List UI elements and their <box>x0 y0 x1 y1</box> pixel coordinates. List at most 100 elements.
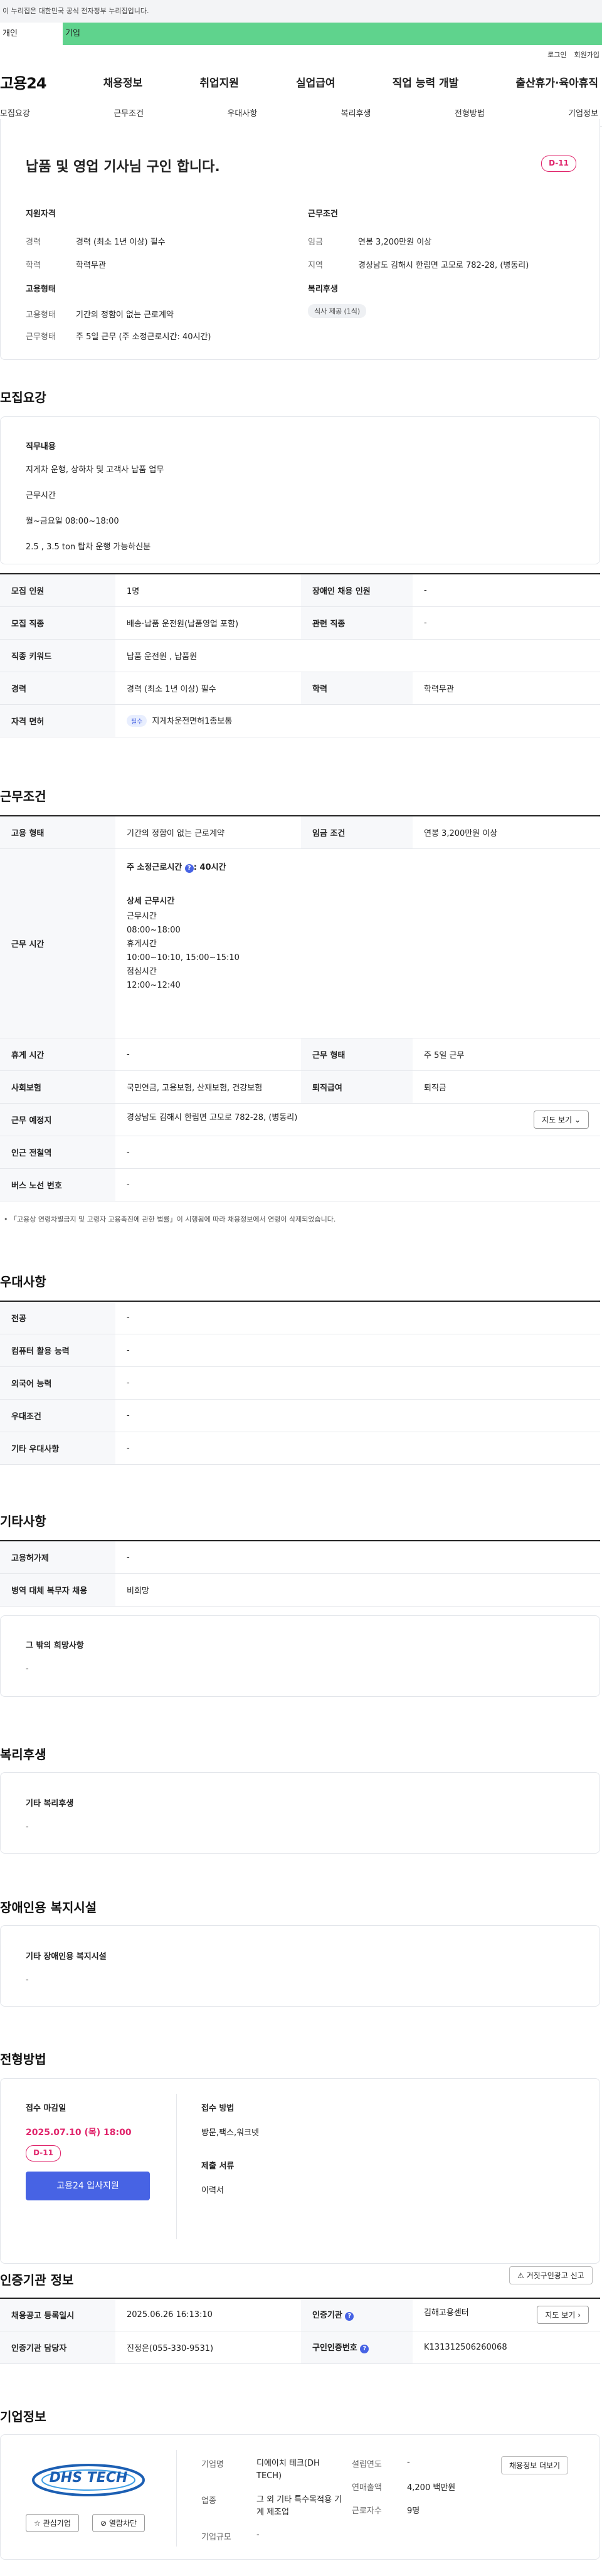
table-row: 고용 형태 기간의 정함이 없는 근로계약 임금 조건 연봉 3,200만원 이상 <box>0 816 600 849</box>
table-header-cell: 고용 형태 <box>0 816 115 849</box>
block-icon: ⊘ <box>100 2519 107 2528</box>
hours-main-label: 주 소정근로시간 <box>127 862 182 872</box>
table-header-cell: 채용공고 등록일시 <box>0 2298 115 2331</box>
job-title: 납품 및 영업 기사님 구인 합니다. <box>26 159 220 175</box>
table-row: 인근 전철역 - <box>0 1136 600 1169</box>
table-header-cell: 버스 노선 번호 <box>0 1168 115 1201</box>
block-label: 열람차단 <box>108 2519 137 2528</box>
table-header-cell: 인증기관 ? <box>301 2298 413 2331</box>
company-name-key: 기업명 <box>201 2460 224 2469</box>
table-header-cell: 고용허가제 <box>0 1541 115 1574</box>
gnb-parental-leave[interactable]: 출산휴가·육아휴직 <box>515 74 598 90</box>
map-view-button[interactable]: 지도 보기 ⌄ <box>534 1110 589 1129</box>
section-title-conditions: 근무조건 <box>0 789 46 804</box>
table-row: 직종 키워드 납품 운전원 , 납품원 <box>0 639 600 672</box>
table-cell: - <box>115 1541 600 1574</box>
anchor-welfare[interactable]: 복리후생 <box>341 107 371 119</box>
company-size-value: - <box>256 2530 260 2540</box>
block-view-button[interactable]: ⊘ 열람차단 <box>92 2514 145 2532</box>
table-cell: 경력 (최소 1년 이상) 필수 <box>115 672 301 705</box>
info-icon[interactable]: ? <box>345 2312 354 2321</box>
gnb-vocational-training[interactable]: 직업 능력 개발 <box>393 74 459 90</box>
table-cell: 비희망 <box>115 1573 600 1607</box>
gov-notice-bar: 이 누리집은 대한민국 공식 전자정부 누리집입니다. <box>0 0 602 23</box>
duty-line: 근무시간 <box>26 491 56 500</box>
table-row: 병역 대체 복무자 채용 비희망 <box>0 1573 600 1607</box>
deadline-block: 접수 마감일 2025.07.10 (목) 18:00 <box>26 2101 132 2138</box>
table-cell: - <box>115 1334 600 1367</box>
industry-value: 그 외 기타 특수목적용 기계 제조업 <box>256 2495 342 2517</box>
gnb-employment-support[interactable]: 취업지원 <box>199 74 239 90</box>
table-cell: - <box>115 1136 600 1169</box>
required-badge: 필수 <box>127 715 147 727</box>
license-value: 지게차운전면허1종보통 <box>152 717 233 726</box>
table-header-cell: 관련 직종 <box>301 606 413 640</box>
signup-link[interactable]: 회원가입 <box>574 50 599 60</box>
table-cell: 연봉 3,200만원 이상 <box>413 816 600 849</box>
welfare-card: 기타 복리후생 - <box>0 1772 600 1854</box>
industry-key: 업종 <box>201 2496 216 2506</box>
site-logo[interactable]: 고용24 <box>0 71 47 93</box>
wage-value: 연봉 3,200만원 이상 <box>358 238 432 247</box>
table-row: 외국어 능력 - <box>0 1366 600 1400</box>
hours-line: 12:00~12:40 <box>127 980 181 990</box>
table-header-cell: 근무 예정지 <box>0 1103 115 1136</box>
anchor-conditions[interactable]: 근무조건 <box>114 107 144 119</box>
more-jobs-label: 채용정보 더보기 <box>509 2461 561 2470</box>
anchor-preferences[interactable]: 우대사항 <box>227 107 257 119</box>
table-cell: - <box>115 1301 600 1334</box>
disability-label: 기타 장애인용 복지시설 <box>26 1952 107 1961</box>
gnb-unemployment-benefit[interactable]: 실업급여 <box>296 74 335 90</box>
table-header-cell: 컴퓨터 활용 능력 <box>0 1334 115 1367</box>
cert-org-value: 김해고용센터 <box>424 2308 469 2318</box>
table-header-cell: 구인인증번호 ? <box>301 2331 413 2364</box>
tab-personal[interactable]: 개인 <box>0 23 63 45</box>
table-row: 모집 인원 1명 장애인 채용 인원 - <box>0 574 600 607</box>
anchor-company[interactable]: 기업정보 <box>568 107 598 119</box>
employment-label: 고용형태 <box>26 285 56 294</box>
table-cell: - <box>115 1168 600 1201</box>
table-cell: 경상남도 김해시 한림면 고모로 782-28, (병동리) 지도 보기 ⌄ <box>115 1103 600 1136</box>
hours-line: 10:00~10:10, 15:00~15:10 <box>127 953 240 963</box>
emptype-key: 고용형태 <box>26 310 56 320</box>
tab-enterprise[interactable]: 기업 <box>63 23 602 45</box>
table-header-cell: 학력 <box>301 672 413 705</box>
global-nav: 고용24 채용정보 취업지원 실업급여 직업 능력 개발 출산휴가·육아휴직 <box>0 64 602 99</box>
table-header-cell: 기타 우대사항 <box>0 1432 115 1465</box>
section-title-etc: 기타사항 <box>0 1514 46 1529</box>
section-title-welfare: 복리후생 <box>0 1747 46 1762</box>
false-ad-report-button[interactable]: ⚠ 거짓구인광고 신고 <box>509 2266 593 2284</box>
more-jobs-button[interactable]: 채용정보 더보기 <box>501 2456 569 2474</box>
table-cell: 납품 운전원 , 납품원 <box>115 639 600 672</box>
deadline-value: 2025.07.10 (목) 18:00 <box>26 2128 132 2138</box>
favorite-company-button[interactable]: ☆ 관심기업 <box>26 2514 79 2532</box>
company-info-right: 설립연도 - 연매출액 4,200 백만원 근로자수 9명 <box>352 2457 455 2516</box>
info-icon[interactable]: ? <box>360 2345 369 2353</box>
age-notice-text: 「고용상 연령차별금지 및 고령자 고용촉진에 관한 법률」이 시행됨에 따라 … <box>10 1215 336 1223</box>
cert-org-label: 인증기관 <box>312 2311 342 2321</box>
cert-map-button[interactable]: 지도 보기 › <box>537 2305 589 2324</box>
company-card: DHS TECH ☆ 관심기업 ⊘ 열람차단 기업명 디에이치 테크(DH TEC… <box>0 2434 600 2560</box>
preferences-table: 전공 - 컴퓨터 활용 능력 - 외국어 능력 - 우대조건 - 기타 우대사항 - <box>0 1301 600 1465</box>
table-row: 경력 경력 (최소 1년 이상) 필수 학력 학력무관 <box>0 672 600 705</box>
anchor-recruit[interactable]: 모집요강 <box>0 107 30 119</box>
info-icon[interactable]: ? <box>184 863 194 873</box>
duty-card: 직무내용 지게차 운행, 상하차 및 고객사 납품 업무 근무시간 월~금요일 … <box>0 416 600 564</box>
education-value: 학력무관 <box>76 261 106 270</box>
section-title-preferences: 우대사항 <box>0 1274 46 1289</box>
hours-cell: 주 소정근로시간 ?: 40시간 상세 근무시간 근무시간 08:00~18:0… <box>115 848 600 1038</box>
table-cell: 배송·납품 운전원(납품영업 포함) <box>115 606 301 640</box>
table-row: 자격 면허 필수 지게차운전면허1종보통 <box>0 704 600 737</box>
section-title-selection: 전형방법 <box>0 2052 46 2067</box>
hours-line: 점심시간 <box>127 966 157 976</box>
duty-line: 2.5 , 3.5 ton 탑차 운행 가능하신분 <box>26 542 151 552</box>
apply-button[interactable]: 고용24 입사지원 <box>26 2172 150 2200</box>
dday-badge: D-11 <box>541 156 576 172</box>
anchor-selection[interactable]: 전형방법 <box>455 107 485 119</box>
career-key: 경력 <box>26 238 41 247</box>
table-cell: - <box>413 574 600 607</box>
login-link[interactable]: 로그인 <box>547 50 566 60</box>
selection-card: 접수 마감일 2025.07.10 (목) 18:00 D-11 고용24 입사… <box>0 2078 600 2264</box>
method-value: 방문,팩스,워크넷 <box>201 2128 259 2138</box>
gnb-jobs[interactable]: 채용정보 <box>103 74 143 90</box>
